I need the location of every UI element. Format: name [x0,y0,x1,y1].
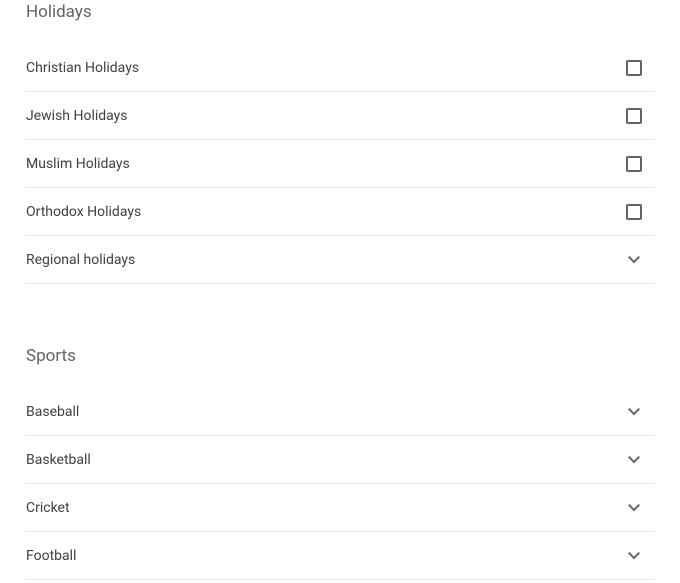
section-title-holidays: Holidays [26,0,654,22]
item-football[interactable]: Football [26,532,654,580]
item-muslim-holidays[interactable]: Muslim Holidays [26,140,654,188]
item-label: Football [26,548,76,564]
section-holidays: Holidays Christian Holidays Jewish Holid… [26,0,654,284]
item-baseball[interactable]: Baseball [26,388,654,436]
checkbox-icon[interactable] [626,108,642,124]
item-christian-holidays[interactable]: Christian Holidays [26,44,654,92]
chevron-down-icon [624,402,644,422]
item-label: Basketball [26,452,91,468]
item-label: Baseball [26,404,79,420]
checkbox-icon[interactable] [626,204,642,220]
item-label: Orthodox Holidays [26,204,141,220]
item-basketball[interactable]: Basketball [26,436,654,484]
checkbox-icon[interactable] [626,156,642,172]
item-label: Regional holidays [26,252,135,268]
item-label: Muslim Holidays [26,156,130,172]
section-sports: Sports Baseball Basketball Cricket Footb… [26,344,654,580]
chevron-down-icon [624,498,644,518]
item-regional-holidays[interactable]: Regional holidays [26,236,654,284]
item-label: Cricket [26,500,70,516]
checkbox-icon[interactable] [626,60,642,76]
chevron-down-icon [624,546,644,566]
item-label: Jewish Holidays [26,108,128,124]
item-orthodox-holidays[interactable]: Orthodox Holidays [26,188,654,236]
section-title-sports: Sports [26,344,654,366]
item-cricket[interactable]: Cricket [26,484,654,532]
item-label: Christian Holidays [26,60,139,76]
chevron-down-icon [624,250,644,270]
chevron-down-icon [624,450,644,470]
item-jewish-holidays[interactable]: Jewish Holidays [26,92,654,140]
